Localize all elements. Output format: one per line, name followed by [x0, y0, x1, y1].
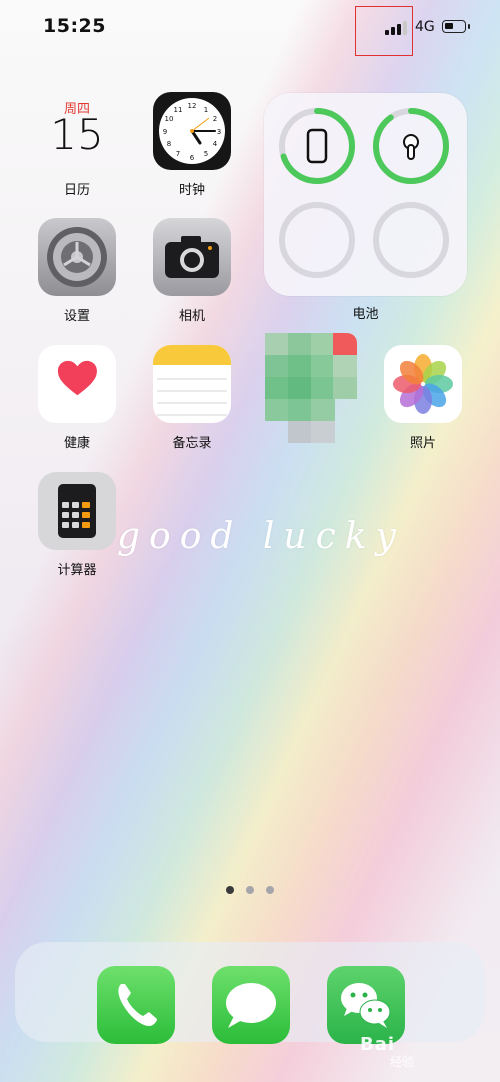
- app-calculator[interactable]: 计算器: [38, 472, 116, 578]
- battery-icon: [442, 20, 470, 33]
- calendar-icon: 周四 15: [38, 92, 116, 170]
- app-label: 相机: [178, 309, 205, 324]
- app-notes[interactable]: 备忘录: [153, 345, 231, 451]
- airpods-battery-ring: [373, 108, 449, 184]
- svg-text:7: 7: [176, 150, 180, 158]
- svg-text:3: 3: [217, 128, 221, 136]
- empty-battery-ring: [279, 202, 355, 278]
- baidu-watermark: Bai 经验: [360, 1034, 414, 1070]
- app-label: 时钟: [178, 183, 205, 198]
- page-indicator[interactable]: [224, 886, 284, 896]
- svg-text:1: 1: [204, 106, 208, 114]
- app-label: 备忘录: [172, 436, 212, 451]
- svg-text:6: 6: [190, 154, 195, 162]
- battery-widget[interactable]: [264, 93, 467, 296]
- wallpaper-text: good lucky: [117, 516, 405, 557]
- app-camera[interactable]: 相机: [153, 218, 231, 324]
- page-dot: [226, 886, 234, 894]
- battery-widget-label: 电池: [352, 307, 379, 322]
- notes-icon: [153, 345, 231, 423]
- calculator-icon: [38, 472, 116, 550]
- empty-battery-ring: [373, 202, 449, 278]
- svg-text:8: 8: [167, 140, 171, 148]
- page-dot: [246, 886, 254, 894]
- watermark-text: Bai: [360, 1034, 396, 1055]
- page-dot: [266, 886, 274, 894]
- iphone-battery-ring: [279, 108, 355, 184]
- app-label: 计算器: [57, 563, 97, 578]
- app-label: 设置: [63, 309, 90, 324]
- message-bubble-icon[interactable]: [212, 966, 290, 1044]
- app-label: 健康: [63, 436, 90, 451]
- app-clock[interactable]: 12 1 2 3 45 6 78 9 10 11 时钟: [153, 92, 231, 198]
- app-settings[interactable]: 设置: [38, 218, 116, 324]
- status-time: 15:25: [43, 15, 106, 37]
- svg-text:9: 9: [163, 128, 167, 136]
- heart-icon: [38, 345, 116, 423]
- svg-text:4: 4: [213, 140, 218, 148]
- pixelated-app-icon[interactable]: [265, 333, 359, 445]
- watermark-sub: 经验: [390, 1055, 415, 1069]
- app-label: 日历: [63, 183, 90, 198]
- svg-text:11: 11: [174, 106, 183, 114]
- app-label: 照片: [409, 436, 436, 451]
- svg-text:10: 10: [165, 115, 174, 123]
- calendar-date: 15: [50, 110, 104, 159]
- app-photos[interactable]: 照片: [384, 345, 462, 451]
- camera-icon: [153, 218, 231, 296]
- gear-icon: [38, 218, 116, 296]
- svg-text:5: 5: [204, 150, 208, 158]
- clock-icon: 12 1 2 3 45 6 78 9 10 11: [153, 92, 231, 170]
- app-health[interactable]: 健康: [38, 345, 116, 451]
- svg-text:12: 12: [188, 102, 197, 110]
- photos-icon: [384, 345, 462, 423]
- network-type: 4G: [415, 19, 435, 35]
- svg-text:2: 2: [213, 115, 217, 123]
- wechat-icon[interactable]: [327, 966, 405, 1044]
- dock: [15, 942, 485, 1044]
- app-calendar[interactable]: 周四 15 日历: [38, 92, 116, 198]
- phone-icon[interactable]: [97, 966, 175, 1044]
- status-bar: 15:25 4G: [0, 0, 500, 56]
- cellular-signal-icon: [385, 21, 407, 35]
